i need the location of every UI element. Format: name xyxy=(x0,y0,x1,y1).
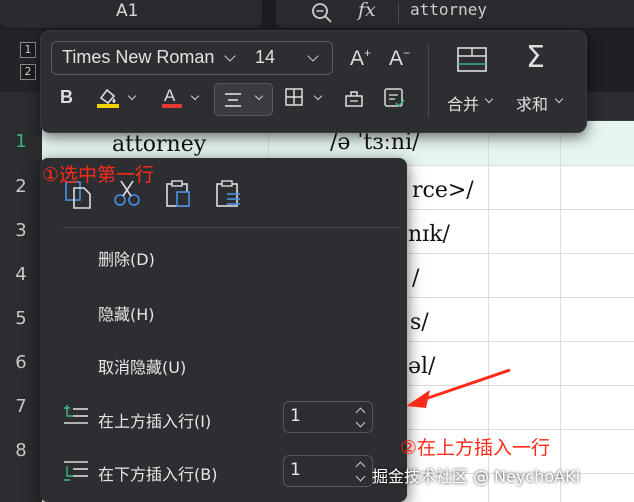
row-number[interactable]: 3 xyxy=(0,220,42,241)
menu-item-insert-above[interactable]: 在上方插入行(I) xyxy=(98,408,211,432)
font-color-bar xyxy=(162,104,182,108)
clear-format-icon[interactable] xyxy=(342,86,368,110)
annotation-arrow xyxy=(406,368,511,408)
borders-icon[interactable] xyxy=(284,87,306,109)
toolbar-divider xyxy=(428,44,429,118)
menu-divider xyxy=(62,227,402,228)
chevron-down-icon xyxy=(224,50,236,62)
stepper-up-icon[interactable] xyxy=(355,407,366,418)
align-center-icon xyxy=(225,93,241,107)
insert-above-count[interactable]: 1 xyxy=(290,406,301,426)
sum-icon[interactable]: Σ xyxy=(526,40,545,75)
outline-level-1[interactable]: 1 xyxy=(20,42,36,58)
fx-icon[interactable]: fx xyxy=(358,0,376,21)
cell-b2[interactable]: rce>/ xyxy=(412,178,474,203)
formula-divider xyxy=(398,2,399,24)
insert-below-count[interactable]: 1 xyxy=(290,460,301,480)
highlight-color-bar xyxy=(97,104,119,108)
insert-above-count-stepper[interactable]: 1 xyxy=(283,401,373,433)
row-number[interactable]: 1 xyxy=(0,131,42,152)
cell-b5[interactable]: s/ xyxy=(410,310,429,335)
annotation-step2: ②在上方插入一行 xyxy=(400,437,551,459)
row-number[interactable]: 6 xyxy=(0,352,42,373)
sum-button[interactable]: 求和 xyxy=(516,91,548,115)
align-button[interactable] xyxy=(214,83,273,116)
stepper-down-icon[interactable] xyxy=(355,417,366,428)
grid-line xyxy=(560,92,561,502)
font-family-value: Times New Roman xyxy=(62,47,215,67)
paste-icon[interactable] xyxy=(163,178,195,210)
bold-icon[interactable]: B xyxy=(60,87,73,108)
row-number[interactable]: 2 xyxy=(0,176,42,197)
insert-below-count-stepper[interactable]: 1 xyxy=(283,455,373,487)
row-number[interactable]: 8 xyxy=(0,440,42,461)
chevron-down-icon xyxy=(254,91,264,101)
font-family-select[interactable]: Times New Roman xyxy=(51,41,243,75)
formula-value[interactable]: attorney xyxy=(410,0,487,19)
stepper-down-icon[interactable] xyxy=(355,471,366,482)
insert-row-below-icon xyxy=(64,461,88,481)
increase-font-icon[interactable]: A+ xyxy=(350,46,371,71)
decrease-font-icon[interactable]: A− xyxy=(389,46,410,71)
cell-b3[interactable]: nɪk/ xyxy=(408,222,450,247)
row-number[interactable]: 5 xyxy=(0,308,42,329)
zoom-icon[interactable] xyxy=(310,1,334,25)
row-number[interactable]: 7 xyxy=(0,396,42,417)
highlight-icon[interactable] xyxy=(95,86,123,110)
chevron-down-icon xyxy=(307,50,319,62)
watermark: 掘金技术社区 @ NeychoAKi xyxy=(372,467,581,486)
insert-row-above-icon xyxy=(64,405,88,424)
row-number[interactable]: 4 xyxy=(0,264,42,285)
annotation-step1: ①选中第一行 xyxy=(42,164,155,186)
outline-level-2[interactable]: 2 xyxy=(20,64,36,80)
format-painter-icon[interactable] xyxy=(382,86,408,110)
merge-button[interactable]: 合并 xyxy=(447,91,479,115)
font-color-icon[interactable]: A xyxy=(160,85,186,111)
merge-icon[interactable] xyxy=(455,45,489,75)
cell-b4[interactable]: / xyxy=(412,266,419,291)
paste-special-icon[interactable] xyxy=(213,178,245,210)
font-size-value: 14 xyxy=(255,47,276,67)
cell-reference: A1 xyxy=(116,1,139,21)
svg-text:A: A xyxy=(164,86,176,105)
cell-b1[interactable]: /ə ˈtɜːni/ xyxy=(330,130,420,155)
row-header: 1 2 3 4 5 6 7 8 xyxy=(0,92,42,502)
menu-item-hide[interactable]: 隐藏(H) xyxy=(98,301,155,325)
menu-item-delete[interactable]: 删除(D) xyxy=(98,246,155,270)
outline-strip xyxy=(0,30,42,92)
menu-item-unhide[interactable]: 取消隐藏(U) xyxy=(98,354,186,378)
cell-a1[interactable]: attorney xyxy=(112,132,206,157)
stepper-up-icon[interactable] xyxy=(355,461,366,472)
font-size-select[interactable]: 14 xyxy=(241,41,333,75)
menu-item-insert-below[interactable]: 在下方插入行(B) xyxy=(98,461,217,485)
